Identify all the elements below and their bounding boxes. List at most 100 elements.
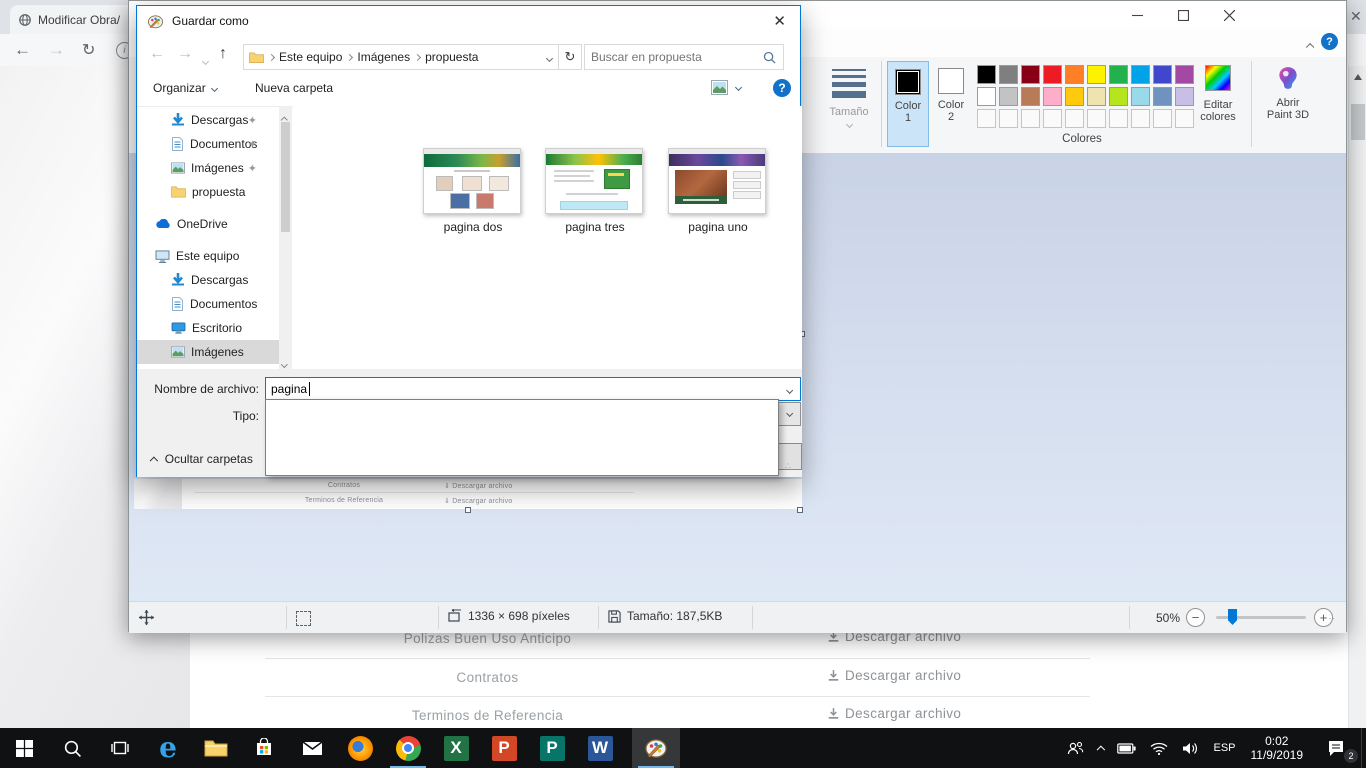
resize-grip[interactable]: ∴ [1329,615,1336,619]
show-desktop-button[interactable] [1361,728,1366,768]
sidebar-item-escritorio[interactable]: Escritorio [137,316,279,340]
sidebar-scroll-thumb[interactable] [281,122,290,232]
edit-colors-button[interactable]: Editar colores [1191,65,1245,123]
wifi-icon[interactable] [1143,728,1175,768]
store-button[interactable] [240,728,288,768]
hide-folders-button[interactable]: Ocultar carpetas [151,452,253,466]
zoom-slider-handle[interactable] [1228,609,1237,625]
search-input[interactable] [585,50,763,64]
size-button[interactable]: Tamaño [823,63,875,127]
help-icon[interactable]: ? [1321,33,1338,50]
palette-empty-slot[interactable] [1043,109,1062,128]
word-button[interactable]: W [576,728,624,768]
palette-color[interactable] [1153,87,1172,106]
palette-empty-slot[interactable] [1021,109,1040,128]
zoom-out-button[interactable]: − [1186,608,1205,627]
palette-empty-slot[interactable] [977,109,996,128]
paint-canvas-image[interactable]: Contratos ⇓ Descargar archivo Terminos d… [134,479,802,509]
battery-icon[interactable] [1110,728,1143,768]
palette-color[interactable] [1021,65,1040,84]
breadcrumb-item[interactable]: Imágenes [355,50,412,64]
sidebar-item-documentos-2[interactable]: Documentos [137,292,279,316]
filetype-dropdown-icon[interactable] [778,402,801,426]
minimize-button[interactable] [1114,1,1160,29]
nav-forward-icon[interactable]: → [177,45,193,63]
palette-color[interactable] [1087,65,1106,84]
dialog-resize-grip[interactable]: ∴ [785,464,792,468]
file-item-pagina-uno[interactable]: pagina uno [668,148,768,234]
sidebar-item-descargas-2[interactable]: Descargas [137,268,279,292]
palette-color[interactable] [999,65,1018,84]
palette-empty-slot[interactable] [1153,109,1172,128]
open-paint3d-button[interactable]: Abrir Paint 3D [1257,65,1319,121]
taskbar-search-button[interactable] [48,728,96,768]
palette-color[interactable] [1109,87,1128,106]
palette-color[interactable] [1109,65,1128,84]
paint-button[interactable] [632,728,680,768]
organize-button[interactable]: Organizar [153,81,217,95]
filename-autocomplete-dropdown[interactable] [265,399,779,476]
back-icon[interactable]: ← [14,40,31,60]
forward-icon[interactable]: → [48,40,65,60]
download-link[interactable]: Descargar archivo [827,668,961,683]
firefox-button[interactable] [336,728,384,768]
excel-button[interactable]: X [432,728,480,768]
filename-dropdown-icon[interactable] [787,380,792,398]
dialog-help-icon[interactable]: ? [773,79,791,97]
palette-color[interactable] [1131,87,1150,106]
scrollbar-thumb[interactable] [1351,104,1365,140]
dialog-close-icon[interactable]: ✕ [773,12,786,30]
start-button[interactable] [0,728,48,768]
palette-color[interactable] [1131,65,1150,84]
file-item-pagina-dos[interactable]: pagina dos [423,148,523,234]
palette-color[interactable] [1065,87,1084,106]
publisher-button[interactable]: P [528,728,576,768]
sidebar-item-documentos[interactable]: Documentos✦ [137,132,279,156]
filename-input[interactable] [266,382,779,396]
resize-handle-bottom[interactable] [465,507,471,513]
scroll-up-icon[interactable] [1354,74,1362,80]
palette-empty-slot[interactable] [1065,109,1084,128]
palette-color[interactable] [999,87,1018,106]
tray-expand-icon[interactable] [1091,728,1111,768]
zoom-slider[interactable] [1216,616,1306,619]
search-box[interactable] [584,44,784,70]
page-scrollbar[interactable] [1348,66,1366,728]
language-indicator[interactable]: ESP [1206,728,1242,768]
resize-handle-corner[interactable] [797,507,803,513]
mail-button[interactable] [288,728,336,768]
palette-empty-slot[interactable] [1109,109,1128,128]
palette-color[interactable] [1153,65,1172,84]
color1-button[interactable]: Color 1 [887,61,929,147]
reload-icon[interactable]: ↻ [82,40,95,60]
sidebar-item-propuesta[interactable]: propuesta [137,180,279,204]
sidebar-scrollbar[interactable] [279,106,292,369]
sidebar-item-descargas[interactable]: Descargas✦ [137,108,279,132]
filename-field[interactable] [265,377,801,401]
nav-back-icon[interactable]: ← [149,45,165,63]
maximize-button[interactable] [1160,1,1206,29]
file-item-pagina-tres[interactable]: pagina tres [545,148,645,234]
palette-empty-slot[interactable] [1087,109,1106,128]
breadcrumb-item[interactable]: propuesta [423,50,480,64]
chrome-close-button[interactable]: ✕ [1350,8,1362,25]
palette-color[interactable] [1043,87,1062,106]
breadcrumb-item[interactable]: Este equipo [277,50,344,64]
palette-color[interactable] [1043,65,1062,84]
collapse-ribbon-icon[interactable] [1307,37,1313,55]
chrome-button[interactable] [384,728,432,768]
people-icon[interactable] [1060,728,1091,768]
sidebar-item-imagenes[interactable]: Imágenes✦ [137,156,279,180]
address-dropdown-icon[interactable] [547,50,552,64]
powerpoint-button[interactable]: P [480,728,528,768]
palette-color[interactable] [977,87,996,106]
sidebar-item-imagenes-selected[interactable]: Imágenes [137,340,279,364]
nav-history-icon[interactable] [203,51,208,69]
palette-color[interactable] [977,65,996,84]
palette-color[interactable] [1021,87,1040,106]
view-mode-button[interactable] [711,80,741,95]
sidebar-item-onedrive[interactable]: OneDrive [137,212,279,236]
task-view-button[interactable] [96,728,144,768]
new-folder-button[interactable]: Nueva carpeta [255,81,333,95]
palette-color[interactable] [1065,65,1084,84]
